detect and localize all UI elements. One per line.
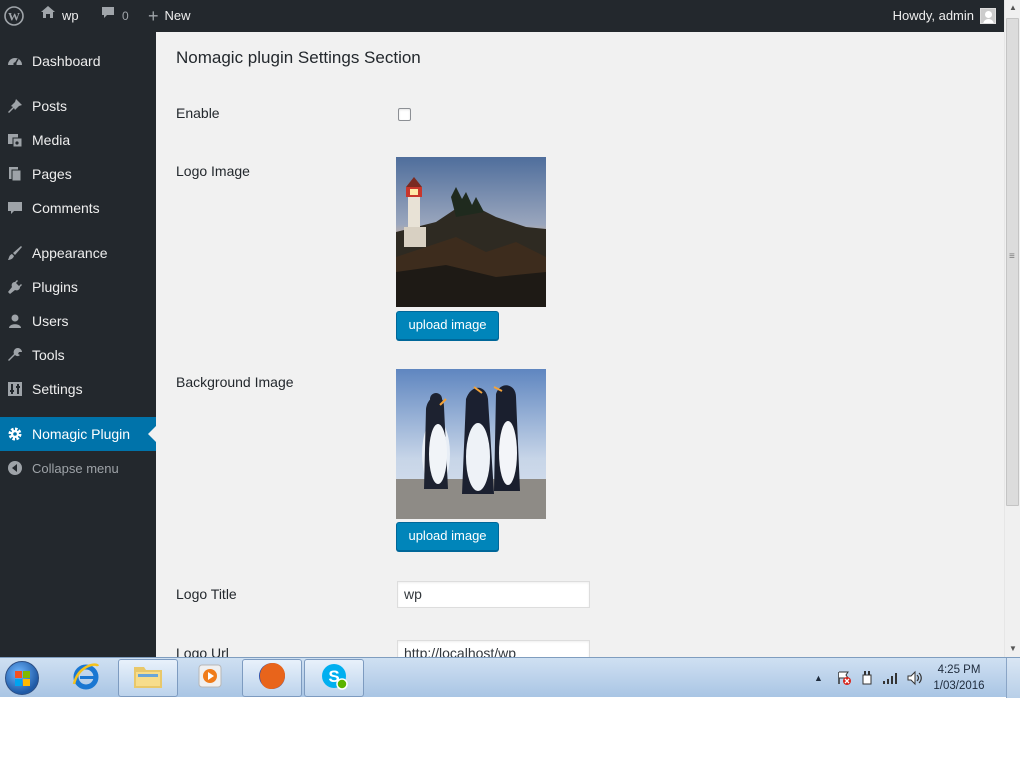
sidebar-item-nomagic-plugin[interactable]: Nomagic Plugin [0, 417, 156, 451]
sidebar-item-dashboard[interactable]: Dashboard [0, 44, 156, 78]
clock-date: 1/03/2016 [933, 680, 985, 692]
gear-icon [5, 424, 25, 444]
comments-link[interactable]: 0 [100, 0, 129, 32]
background-image-label: Background Image [176, 374, 294, 390]
sidebar-item-label: Dashboard [32, 53, 101, 69]
windows-logo-icon [5, 661, 39, 695]
background-image-preview [396, 369, 546, 519]
taskbar: S ▲ 4:25 PM 1/03/2016 [0, 657, 1020, 698]
sidebar-item-tools[interactable]: Tools [0, 338, 156, 372]
wrench-icon [5, 345, 25, 365]
wordpress-logo-icon[interactable]: W [4, 0, 24, 32]
sidebar-item-label: Posts [32, 98, 68, 114]
logo-title-label: Logo Title [176, 586, 237, 602]
folder-icon [132, 661, 164, 696]
taskbar-internet-explorer[interactable] [56, 659, 116, 697]
taskbar-firefox[interactable] [242, 659, 302, 697]
action-center-icon[interactable] [836, 658, 852, 698]
new-content-link[interactable]: + New [148, 0, 191, 32]
logo-url-input[interactable]: http://localhost/wp [397, 640, 590, 657]
sidebar-item-pages[interactable]: Pages [0, 157, 156, 191]
sidebar-item-label: Pages [32, 166, 72, 182]
taskbar-media-player[interactable] [180, 659, 240, 697]
show-desktop-button[interactable] [1006, 658, 1020, 698]
clock-time: 4:25 PM [937, 664, 981, 676]
logo-image-label: Logo Image [176, 163, 250, 179]
sidebar-item-settings[interactable]: Settings [0, 372, 156, 406]
enable-checkbox[interactable] [398, 108, 411, 121]
sidebar-item-comments[interactable]: Comments [0, 191, 156, 225]
pin-icon [5, 96, 25, 116]
sidebar-item-appearance[interactable]: Appearance [0, 236, 156, 270]
logo-url-label: Logo Url [176, 645, 229, 657]
logo-image-preview [396, 157, 546, 307]
media-icon [5, 130, 25, 150]
sidebar-item-label: Plugins [32, 279, 78, 295]
sidebar-item-media[interactable]: Media [0, 123, 156, 157]
pages-icon [5, 164, 25, 184]
taskbar-skype[interactable]: S [304, 659, 364, 697]
admin-menu: Dashboard Posts Media Pages Comments App… [0, 32, 156, 657]
sidebar-item-label: Tools [32, 347, 65, 363]
howdy-text: Howdy, admin [892, 8, 974, 23]
collapse-menu-label: Collapse menu [32, 460, 119, 476]
brush-icon [5, 243, 25, 263]
sidebar-item-label: Users [32, 313, 69, 329]
scroll-up-arrow-icon[interactable]: ▲ [1005, 0, 1021, 16]
volume-icon[interactable] [906, 658, 924, 698]
system-clock[interactable]: 4:25 PM 1/03/2016 [924, 662, 994, 694]
taskbar-file-explorer[interactable] [118, 659, 178, 697]
avatar [980, 8, 996, 24]
start-button[interactable] [2, 659, 42, 697]
show-hidden-icons-button[interactable]: ▲ [814, 658, 823, 698]
collapse-menu-button[interactable]: Collapse menu [0, 451, 156, 485]
media-player-icon [195, 661, 225, 696]
site-name: wp [62, 8, 79, 23]
site-home-link[interactable]: wp [40, 0, 79, 32]
logo-title-input[interactable]: wp [397, 581, 590, 608]
scroll-down-arrow-icon[interactable]: ▼ [1005, 641, 1021, 657]
comment-bubble-icon [100, 0, 116, 32]
dashboard-icon [5, 51, 25, 71]
background-upload-button[interactable]: upload image [396, 522, 499, 551]
sidebar-item-label: Nomagic Plugin [32, 426, 131, 442]
new-label: New [164, 8, 191, 23]
sidebar-item-plugins[interactable]: Plugins [0, 270, 156, 304]
sidebar-item-label: Media [32, 132, 71, 148]
screen: W wp 0 + New Howdy, admin Dashboard Post… [0, 0, 1024, 768]
settings-icon [5, 379, 25, 399]
svg-text:W: W [8, 10, 20, 24]
sidebar-item-users[interactable]: Users [0, 304, 156, 338]
sidebar-item-label: Appearance [32, 245, 108, 261]
settings-content: Nomagic plugin Settings Section Enable L… [156, 32, 1004, 657]
logo-upload-button[interactable]: upload image [396, 311, 499, 340]
comment-count: 0 [122, 9, 129, 23]
power-icon[interactable] [860, 658, 874, 698]
comment-icon [5, 198, 25, 218]
plug-icon [5, 277, 25, 297]
sidebar-item-label: Comments [32, 200, 100, 216]
skype-icon: S [318, 660, 350, 697]
internet-explorer-icon [70, 660, 102, 697]
user-icon [5, 311, 25, 331]
firefox-icon [256, 660, 288, 697]
plus-icon: + [148, 6, 159, 26]
tray-up-arrow-icon: ▲ [814, 673, 823, 683]
network-icon[interactable] [882, 658, 900, 698]
home-icon [40, 0, 56, 32]
section-title: Nomagic plugin Settings Section [176, 48, 421, 67]
collapse-arrow-icon [5, 458, 25, 478]
vertical-scrollbar[interactable]: ▲ ▼ [1004, 0, 1020, 657]
scrollbar-thumb[interactable] [1006, 18, 1019, 506]
admin-bar: W wp 0 + New Howdy, admin [0, 0, 1004, 32]
sidebar-item-label: Settings [32, 381, 83, 397]
sidebar-item-posts[interactable]: Posts [0, 89, 156, 123]
my-account-link[interactable]: Howdy, admin [893, 0, 996, 32]
enable-label: Enable [176, 105, 220, 121]
